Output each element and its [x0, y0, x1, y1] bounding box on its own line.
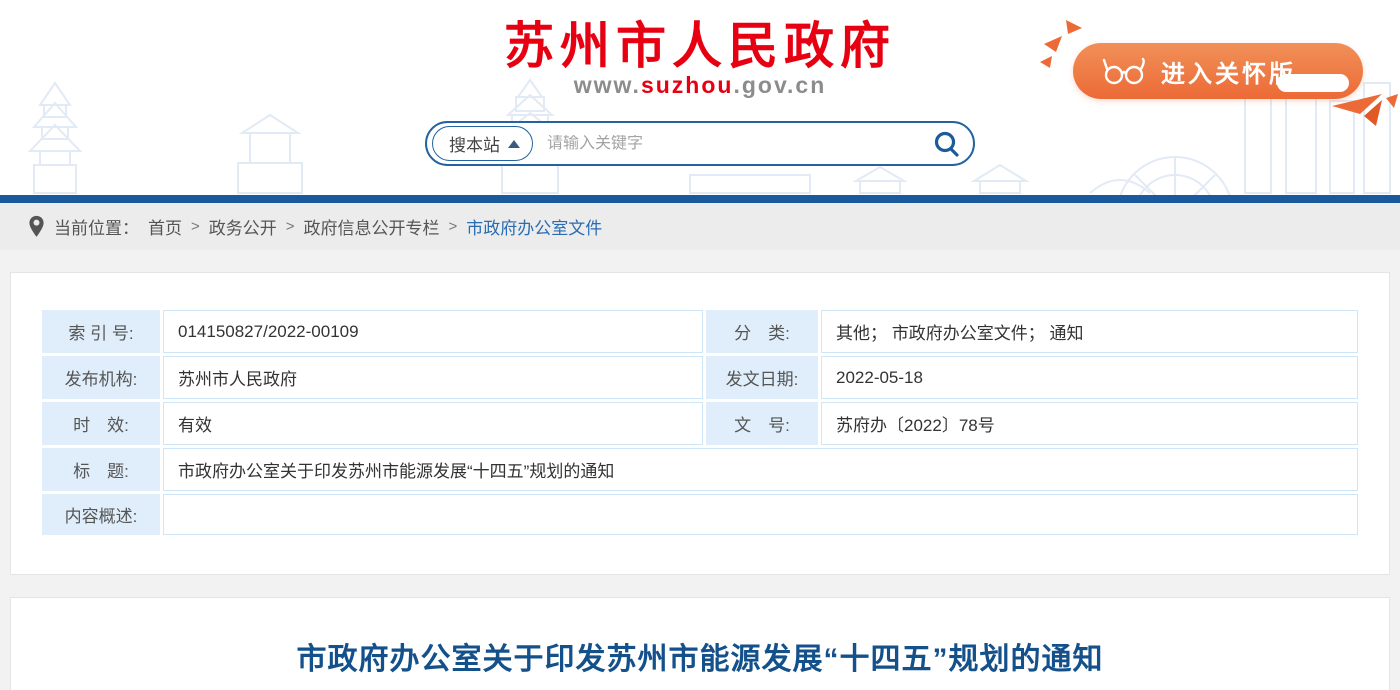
- breadcrumb-link-info-disclosure[interactable]: 政府信息公开专栏: [304, 214, 440, 239]
- breadcrumb-separator: >: [449, 218, 458, 235]
- meta-validity-label: 时 效:: [42, 402, 160, 445]
- chevron-up-icon: [508, 140, 520, 148]
- breadcrumb-current-page: 市政府办公室文件: [466, 214, 602, 239]
- meta-docnum-label: 文 号:: [706, 402, 818, 445]
- search-button[interactable]: [921, 123, 973, 164]
- meta-docnum-value: 苏府办〔2022〕78号: [821, 402, 1358, 445]
- meta-date-value: 2022-05-18: [821, 356, 1358, 399]
- breadcrumb-link-gov-affairs[interactable]: 政务公开: [209, 214, 277, 239]
- table-row: 发布机构: 苏州市人民政府 发文日期: 2022-05-18: [42, 356, 1358, 399]
- site-header: 苏州市人民政府 www.suzhou.gov.cn 搜本站: [0, 0, 1400, 195]
- breadcrumb-link-home[interactable]: 首页: [148, 214, 182, 239]
- search-input[interactable]: [533, 135, 921, 153]
- glasses-icon: [1101, 56, 1147, 86]
- document-meta-table: 索 引 号: 014150827/2022-00109 分 类: 其他； 市政府…: [39, 307, 1361, 538]
- care-version-button[interactable]: 进入关怀版: [1073, 43, 1363, 99]
- breadcrumb-separator: >: [191, 218, 200, 235]
- search-scope-label: 搜本站: [449, 131, 500, 156]
- meta-index-label: 索 引 号:: [42, 310, 160, 353]
- meta-index-value: 014150827/2022-00109: [163, 310, 703, 353]
- meta-agency-label: 发布机构:: [42, 356, 160, 399]
- document-meta-card: 索 引 号: 014150827/2022-00109 分 类: 其他； 市政府…: [10, 272, 1390, 575]
- table-row: 索 引 号: 014150827/2022-00109 分 类: 其他； 市政府…: [42, 310, 1358, 353]
- search-bar: 搜本站: [425, 121, 975, 166]
- page: 苏州市人民政府 www.suzhou.gov.cn 搜本站: [0, 0, 1400, 690]
- meta-title-label: 标 题:: [42, 448, 160, 491]
- breadcrumb-separator: >: [286, 218, 295, 235]
- meta-title-value: 市政府办公室关于印发苏州市能源发展“十四五”规划的通知: [163, 448, 1358, 491]
- table-row: 标 题: 市政府办公室关于印发苏州市能源发展“十四五”规划的通知: [42, 448, 1358, 491]
- article-card: 市政府办公室关于印发苏州市能源发展“十四五”规划的通知 苏府办〔2022〕78号: [10, 597, 1390, 690]
- breadcrumb-location-label: 当前位置：: [54, 214, 139, 239]
- meta-agency-value: 苏州市人民政府: [163, 356, 703, 399]
- table-row: 内容概述:: [42, 494, 1358, 535]
- meta-category-value: 其他； 市政府办公室文件； 通知: [821, 310, 1358, 353]
- search-icon: [932, 129, 962, 159]
- site-url-domain: suzhou: [641, 72, 734, 98]
- site-url-prefix: www.: [574, 72, 641, 98]
- care-version-label: 进入关怀版: [1161, 54, 1296, 89]
- blue-divider-bar: [0, 195, 1400, 203]
- article-title: 市政府办公室关于印发苏州市能源发展“十四五”规划的通知: [51, 634, 1349, 678]
- meta-summary-label: 内容概述:: [42, 494, 160, 535]
- meta-validity-value: 有效: [163, 402, 703, 445]
- search-scope-dropdown[interactable]: 搜本站: [432, 126, 533, 161]
- care-button-capsule-accent: [1277, 74, 1349, 92]
- breadcrumb: 当前位置： 首页 > 政务公开 > 政府信息公开专栏 > 市政府办公室文件: [0, 203, 1400, 250]
- table-row: 时 效: 有效 文 号: 苏府办〔2022〕78号: [42, 402, 1358, 445]
- location-pin-icon: [28, 215, 45, 238]
- meta-category-label: 分 类:: [706, 310, 818, 353]
- meta-date-label: 发文日期:: [706, 356, 818, 399]
- meta-summary-value: [163, 494, 1358, 535]
- site-url-suffix: .gov.cn: [733, 72, 826, 98]
